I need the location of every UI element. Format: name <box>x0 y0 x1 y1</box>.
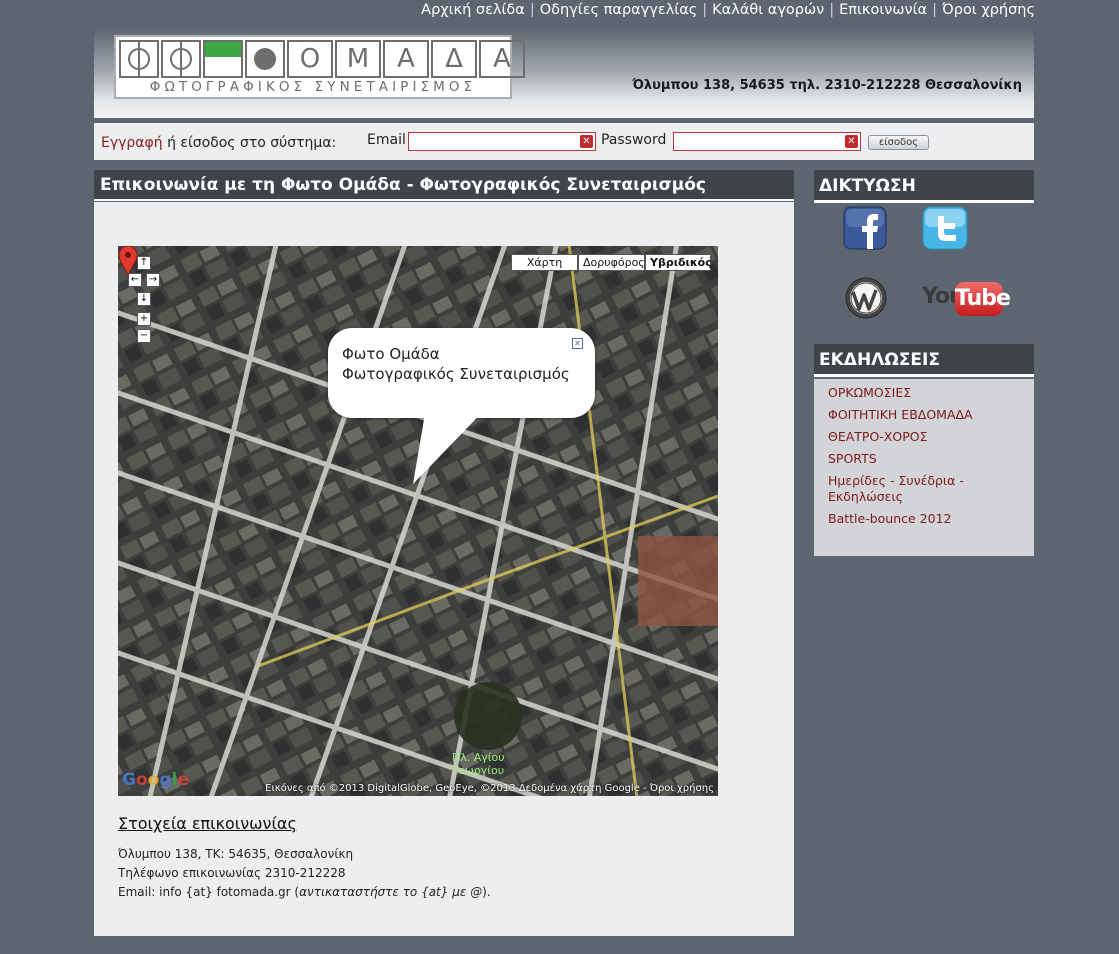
map-type-map-button[interactable]: Χάρτη <box>511 254 578 271</box>
logo-letter-o: Ο <box>287 40 333 78</box>
map-attribution: Εικόνες από ©2013 DigitalGlobe, GeoEye, … <box>265 783 714 794</box>
events-heading: ΕΚΔΗΛΩΣΕΙΣ <box>814 344 1034 377</box>
logo-letter-a: Α <box>383 40 429 78</box>
zoom-out-icon[interactable]: − <box>137 329 151 343</box>
email-label: Email <box>367 132 406 148</box>
contact-address: Όλυμπου 138, ΤΚ: 54635, Θεσσαλονίκη <box>118 847 354 861</box>
contact-email-suffix: ). <box>482 885 491 899</box>
nav-home-link[interactable]: Αρχική σελίδα <box>421 2 525 18</box>
logo-dot <box>245 40 285 78</box>
contact-email-hint: αντικαταστήστε το {at} με @ <box>299 885 483 899</box>
nav-separator: | <box>702 2 708 18</box>
google-map[interactable]: Χάρτη Δορυφόρος Υβριδικός ↑ ← → ↓ + − Φω… <box>118 246 718 796</box>
contact-email-prefix: Email: info {at} fotomada.gr ( <box>118 885 300 899</box>
site-header: Ο Μ Α Δ Α ΦΩΤΟΓΡΑΦΙΚΟΣ ΣΥΝΕΤΑΙΡΙΣΜΟΣ Όλυ… <box>94 30 1034 118</box>
logo-letter-d: Δ <box>431 40 477 78</box>
clear-email-icon[interactable]: ✕ <box>580 135 593 148</box>
poi-line-1: Πλ. Αγίου <box>452 751 505 764</box>
register-link[interactable]: Εγγραφή <box>101 135 163 151</box>
google-logo[interactable]: Google <box>122 770 189 790</box>
logo-green-block <box>205 42 241 57</box>
nav-order-instructions-link[interactable]: Οδηγίες παραγγελίας <box>540 2 698 18</box>
login-prompt-text: ή είσοδος στο σύστημα: <box>162 135 337 151</box>
header-address: Όλυμπου 138, 54635 τηλ. 2310-212228 Θεσσ… <box>632 78 1022 93</box>
poi-line-2: Γεωργίου <box>452 764 505 777</box>
pan-up-icon[interactable]: ↑ <box>137 256 151 270</box>
map-poi-label: Πλ. Αγίου Γεωργίου <box>452 751 505 777</box>
logo-mark: Ο Μ Α Δ Α <box>119 40 527 78</box>
event-sports-link[interactable]: SPORTS <box>828 451 1020 467</box>
site-logo[interactable]: Ο Μ Α Δ Α ΦΩΤΟΓΡΑΦΙΚΟΣ ΣΥΝΕΤΑΙΡΙΣΜΟΣ <box>114 35 525 99</box>
email-field[interactable]: ✕ <box>408 132 596 151</box>
twitter-icon[interactable] <box>922 206 968 250</box>
nav-separator: | <box>932 2 937 18</box>
clear-password-icon[interactable]: ✕ <box>845 135 858 148</box>
event-ceremonies-link[interactable]: ΟΡΚΩΜΟΣΙΕΣ <box>828 385 1020 401</box>
event-battle-bounce-link[interactable]: Battle-bounce 2012 <box>828 511 1020 527</box>
info-window-title: Φωτο Ομάδα <box>342 345 440 363</box>
map-marker-icon[interactable] <box>118 246 138 276</box>
info-window-subtitle: Φωτογραφικός Συνεταιρισμός <box>342 365 570 383</box>
nav-separator: | <box>529 2 535 18</box>
youtube-icon[interactable]: You Tube <box>922 282 1011 318</box>
close-icon[interactable]: ✕ <box>572 338 583 349</box>
password-label: Password <box>601 132 667 148</box>
nav-terms-link[interactable]: Όροι χρήσης <box>942 2 1035 18</box>
nav-separator: | <box>829 2 835 18</box>
map-type-hybrid-button[interactable]: Υβριδικός <box>645 254 712 271</box>
contact-details: Όλυμπου 138, ΤΚ: 54635, Θεσσαλονίκη Τηλέ… <box>118 845 491 902</box>
event-student-week-link[interactable]: ΦΟΙΤΗΤΙΚΗ ΕΒΔΟΜΑΔΑ <box>828 407 1020 423</box>
login-bar: Εγγραφή ή είσοδος στο σύστημα: Email ✕ P… <box>94 123 1034 160</box>
top-navigation: Αρχική σελίδα | Οδηγίες παραγγελίας | Καλάθι… <box>421 2 1035 18</box>
facebook-icon[interactable] <box>843 206 887 250</box>
event-theatre-dance-link[interactable]: ΘΕΑΤΡΟ-ΧΟΡΟΣ <box>828 429 1020 445</box>
info-window-tail <box>413 396 498 484</box>
logo-phi-1 <box>119 40 159 78</box>
logo-letter-a2: Α <box>479 40 525 78</box>
contact-email: Email: info {at} fotomada.gr (αντικαταστ… <box>118 883 491 902</box>
event-seminars-link[interactable]: Ημερίδες - Συνέδρια - Εκδηλώσεις <box>828 473 1020 505</box>
page-title: Επικοινωνία με τη Φωτο Ομάδα - Φωτογραφι… <box>94 170 794 201</box>
nav-contact-link[interactable]: Επικοινωνία <box>839 2 927 18</box>
contact-details-heading: Στοιχεία επικοινωνίας <box>118 814 297 833</box>
contact-phone: Τηλέφωνο επικοινωνίας 2310-212228 <box>118 866 346 880</box>
logo-phi-2 <box>161 40 201 78</box>
logo-subtitle: ΦΩΤΟΓΡΑΦΙΚΟΣ ΣΥΝΕΤΑΙΡΙΣΜΟΣ <box>149 79 477 95</box>
logo-letter-m: Μ <box>335 40 381 78</box>
events-list: ΟΡΚΩΜΟΣΙΕΣ ΦΟΙΤΗΤΙΚΗ ΕΒΔΟΜΑΔΑ ΘΕΑΤΡΟ-ΧΟΡ… <box>814 379 1034 556</box>
wordpress-icon[interactable] <box>845 277 887 319</box>
logo-tau <box>203 40 243 78</box>
social-heading: ΔΙΚΤΥΩΣΗ <box>814 170 1034 203</box>
nav-cart-link[interactable]: Καλάθι αγορών <box>712 2 824 18</box>
zoom-in-icon[interactable]: + <box>137 312 151 326</box>
password-field[interactable]: ✕ <box>673 132 861 151</box>
map-type-controls: Χάρτη Δορυφόρος Υβριδικός <box>511 254 712 271</box>
map-type-satellite-button[interactable]: Δορυφόρος <box>578 254 645 271</box>
youtube-tube-text: Tube <box>955 282 1011 316</box>
login-button[interactable]: είσοδος <box>868 135 929 150</box>
pan-right-icon[interactable]: → <box>146 273 160 287</box>
pan-down-icon[interactable]: ↓ <box>137 292 151 306</box>
login-prompt: Εγγραφή ή είσοδος στο σύστημα: <box>101 135 336 151</box>
